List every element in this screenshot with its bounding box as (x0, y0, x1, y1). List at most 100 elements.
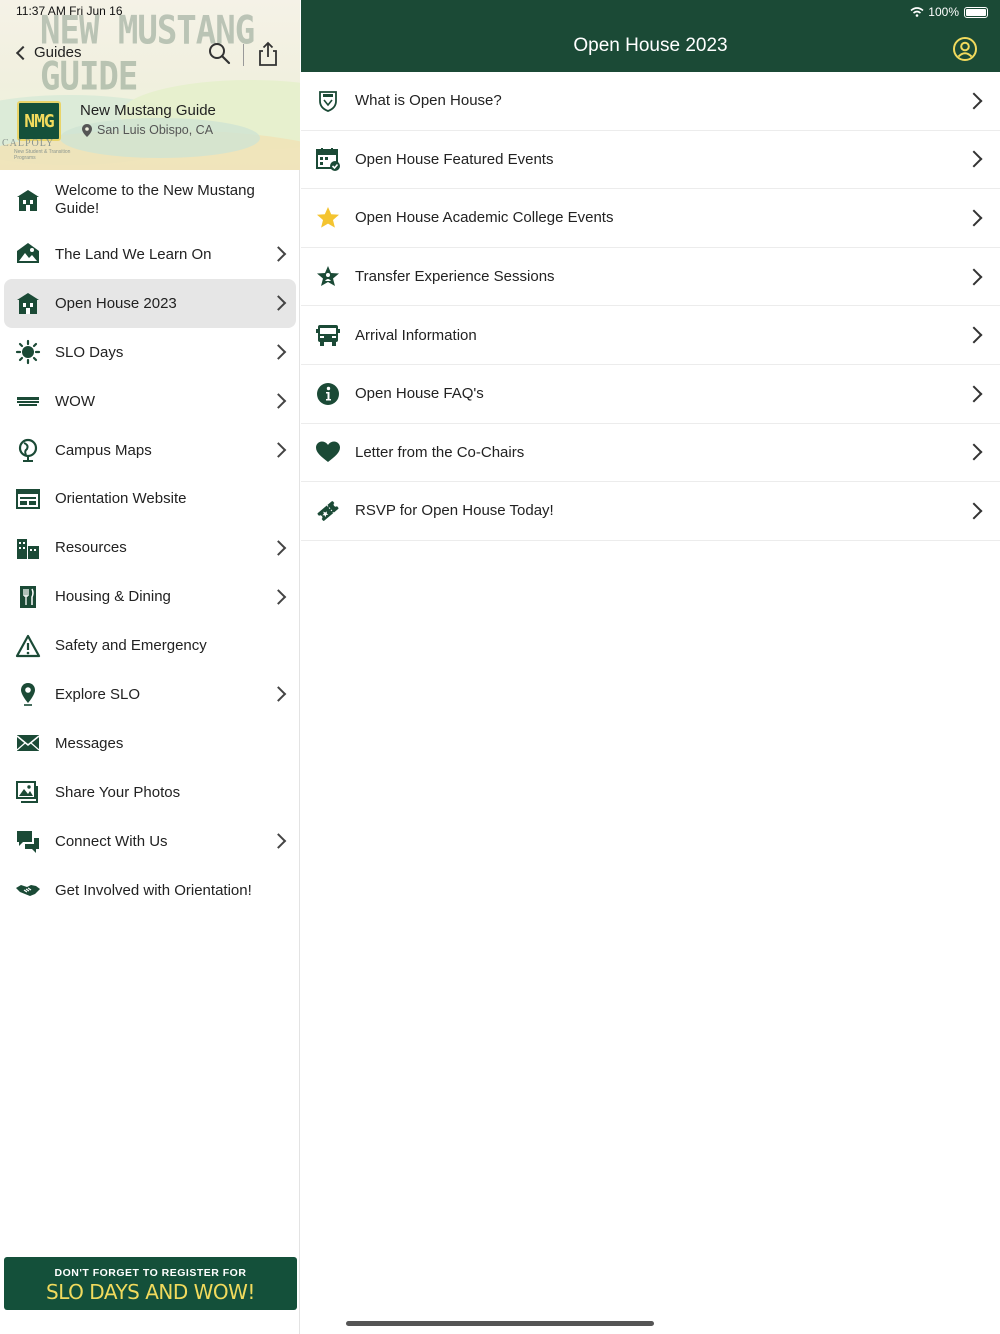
sidebar-item-connect[interactable]: Connect With Us (0, 817, 300, 866)
sidebar-item-get-involved[interactable]: Get Involved with Orientation! (0, 866, 300, 915)
chevron-right-icon (270, 344, 287, 360)
page-title: Open House 2023 (573, 35, 728, 56)
sidebar-item-messages[interactable]: Messages (0, 719, 300, 768)
list-item-label: Open House Academic College Events (355, 209, 614, 227)
sidebar-item-label: Connect With Us (55, 832, 168, 850)
sidebar-nav: Welcome to the New Mustang Guide! The La… (0, 170, 300, 914)
envelope-icon (16, 735, 40, 752)
heart-icon (316, 441, 340, 463)
sidebar-item-label: Get Involved with Orientation! (55, 881, 252, 899)
battery-percent: 100% (928, 5, 959, 19)
sidebar-item-label: WOW (55, 392, 95, 410)
chevron-right-icon (965, 92, 983, 110)
city-icon (17, 538, 39, 559)
user-account-icon[interactable] (952, 36, 978, 62)
chevron-right-icon (965, 385, 983, 403)
back-label: Guides (34, 44, 82, 61)
star-icon (317, 206, 339, 228)
sidebar-item-resources[interactable]: Resources (0, 523, 300, 572)
sidebar-item-housing-dining[interactable]: Housing & Dining (0, 572, 300, 621)
sun-icon (15, 340, 41, 365)
chevron-right-icon (270, 295, 287, 312)
sidebar-item-label: Share Your Photos (55, 783, 181, 801)
chevron-right-icon (270, 540, 287, 556)
wow-icon (17, 397, 39, 407)
list-item-label: Open House Featured Events (355, 150, 554, 168)
calpoly-logo: CALPOLY (2, 138, 55, 149)
list-item-featured-events[interactable]: Open House Featured Events (301, 131, 1000, 190)
building-icon (17, 190, 39, 211)
chevron-right-icon (270, 393, 287, 409)
sidebar-item-slo-days[interactable]: SLO Days (0, 328, 300, 377)
guide-header: 11:37 AM Fri Jun 16 NEW MUSTANG GUIDE Gu… (0, 0, 300, 170)
info-icon (317, 382, 339, 405)
register-banner[interactable]: DON'T FORGET TO REGISTER FOR SLO DAYS AN… (4, 1257, 297, 1310)
list-item-label: What is Open House? (355, 92, 502, 110)
back-to-guides-button[interactable]: Guides (12, 44, 82, 61)
list-item-label: Arrival Information (355, 326, 477, 344)
list-item-transfer-sessions[interactable]: Transfer Experience Sessions (301, 248, 1000, 307)
website-icon (16, 488, 40, 509)
list-item-arrival-information[interactable]: Arrival Information (301, 306, 1000, 365)
chevron-right-icon (965, 268, 983, 286)
sidebar-item-share-photos[interactable]: Share Your Photos (0, 768, 300, 817)
status-battery: 100% (910, 5, 988, 19)
open-house-list: What is Open House? Open House Featured … (301, 72, 1000, 541)
sidebar-item-wow[interactable]: WOW (0, 377, 300, 426)
calpoly-subtitle: New Student & Transition Programs (14, 149, 71, 161)
landscape-icon (17, 243, 39, 264)
calendar-icon (316, 148, 340, 172)
sidebar-item-label: Campus Maps (55, 441, 152, 459)
search-icon[interactable] (206, 40, 234, 68)
home-indicator[interactable] (346, 1321, 654, 1326)
bus-icon (316, 325, 340, 347)
dining-icon (20, 585, 36, 608)
list-item-faq[interactable]: Open House FAQ's (301, 365, 1000, 424)
person-star-icon (317, 265, 339, 286)
sidebar-item-label: Messages (55, 734, 124, 752)
list-item-academic-college-events[interactable]: Open House Academic College Events (301, 189, 1000, 248)
warning-icon (15, 634, 41, 657)
chevron-right-icon (965, 209, 983, 227)
main-content: 100% Open House 2023 What is Open House? (301, 0, 1000, 1334)
list-item-letter-co-chairs[interactable]: Letter from the Co-Chairs (301, 424, 1000, 483)
shield-icon (319, 90, 337, 112)
globe-icon (18, 438, 38, 462)
sidebar-item-explore-slo[interactable]: Explore SLO (0, 670, 300, 719)
list-item-what-is-open-house[interactable]: What is Open House? (301, 72, 1000, 131)
list-item-label: Letter from the Co-Chairs (355, 443, 525, 461)
banner-line-2: SLO DAYS AND WOW! (46, 1280, 255, 1304)
sidebar-item-campus-maps[interactable]: Campus Maps (0, 426, 300, 475)
sidebar-item-land[interactable]: The Land We Learn On (0, 230, 300, 279)
sidebar-item-open-house[interactable]: Open House 2023 (4, 278, 296, 328)
top-bar: 100% Open House 2023 (301, 0, 1000, 72)
chevron-right-icon (965, 326, 983, 344)
list-item-rsvp[interactable]: RSVP for Open House Today! (301, 482, 1000, 541)
share-icon[interactable] (254, 40, 282, 68)
sidebar-item-welcome[interactable]: Welcome to the New Mustang Guide! (0, 170, 300, 230)
sidebar-item-safety[interactable]: Safety and Emergency (0, 621, 300, 670)
sidebar-item-label: Open House 2023 (55, 294, 177, 312)
sidebar-item-label: Safety and Emergency (55, 637, 207, 655)
chevron-right-icon (270, 833, 287, 849)
guide-name: New Mustang Guide (80, 102, 216, 119)
chevron-right-icon (270, 588, 287, 605)
map-pin-icon (21, 683, 35, 707)
photos-icon (16, 781, 38, 804)
sidebar-item-label: Orientation Website (55, 490, 187, 508)
chevron-right-icon (270, 442, 287, 458)
wifi-icon (910, 7, 924, 17)
sidebar-item-orientation-website[interactable]: Orientation Website (0, 474, 300, 523)
handshake-icon (16, 885, 40, 897)
chevron-right-icon (965, 502, 983, 520)
sidebar-item-label: SLO Days (55, 343, 124, 361)
header-divider (243, 44, 244, 66)
chevron-right-icon (965, 443, 983, 461)
ticket-icon (317, 501, 339, 521)
sidebar-item-label: Explore SLO (55, 685, 141, 703)
sidebar-item-label: The Land We Learn On (55, 245, 212, 263)
guide-location-text: San Luis Obispo, CA (97, 123, 214, 137)
battery-icon (964, 6, 988, 18)
sidebar-item-label: Housing & Dining (55, 588, 171, 606)
chevron-right-icon (965, 150, 983, 168)
